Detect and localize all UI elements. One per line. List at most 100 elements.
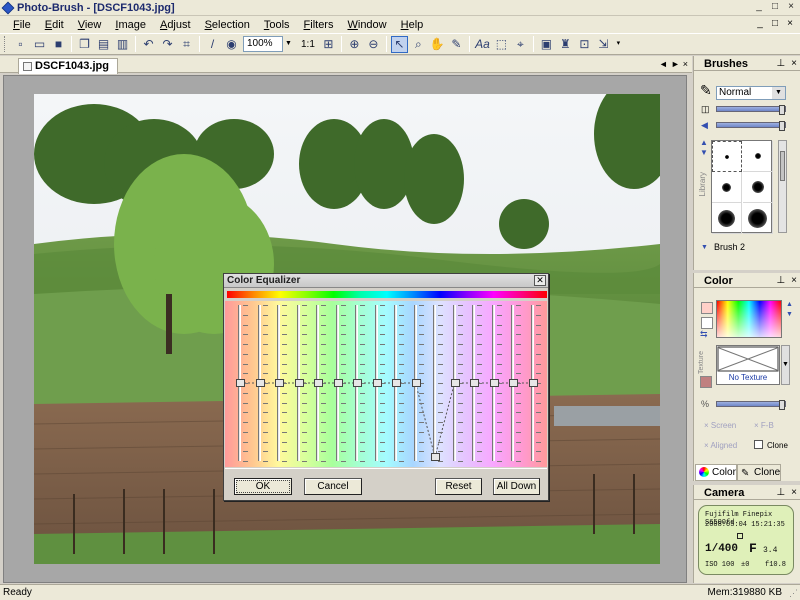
slider-thumb[interactable] [779, 105, 785, 115]
eq-slider-thumb[interactable] [314, 379, 323, 387]
texture-brush-icon[interactable] [700, 376, 712, 388]
pin-icon[interactable]: ⊥ [776, 57, 785, 71]
tab-close-icon[interactable]: × [683, 57, 688, 71]
menu-view[interactable]: View [71, 19, 109, 31]
layer-icon[interactable]: ▣ [538, 36, 555, 53]
background-swatch[interactable] [701, 317, 713, 329]
menu-filters[interactable]: Filters [297, 19, 341, 31]
texture-preview[interactable]: No Texture [716, 345, 780, 385]
maximize-button[interactable]: □ [768, 1, 782, 14]
eq-slider-thumb[interactable] [294, 379, 304, 387]
color-picker-field[interactable] [716, 300, 782, 338]
menu-edit[interactable]: Edit [38, 19, 71, 31]
print-icon[interactable]: ▥ [114, 36, 131, 53]
slider-thumb[interactable] [779, 400, 785, 410]
brush-size-slider[interactable] [716, 105, 786, 115]
fit-window-icon[interactable]: ⊞ [320, 36, 337, 53]
scroll-up-icon[interactable]: ▲ [786, 301, 793, 308]
eq-slider-thumb[interactable] [509, 379, 518, 387]
color-wheel-icon[interactable]: ◉ [223, 36, 240, 53]
menu-selection[interactable]: Selection [198, 19, 257, 31]
transform-icon[interactable]: ⊡ [576, 36, 593, 53]
minimize-button[interactable]: _ [752, 1, 766, 14]
menu-tools[interactable]: Tools [257, 19, 297, 31]
pointer-tool-icon[interactable]: ↖ [390, 35, 408, 53]
panel-close-icon[interactable]: × [791, 486, 797, 500]
aligned-option[interactable]: × Aligned [704, 441, 737, 450]
ok-button[interactable]: OK [234, 478, 292, 495]
dropdown-arrow-icon[interactable]: ▼ [772, 87, 785, 99]
eq-slider-thumb[interactable] [236, 379, 245, 387]
zoom-input[interactable]: 100% [243, 36, 283, 52]
dialog-title-bar[interactable]: Color Equalizer [224, 274, 548, 288]
brush-preset[interactable] [712, 203, 742, 234]
reset-button[interactable]: Reset [435, 478, 482, 495]
scroll-up-icon[interactable]: ▲ [700, 138, 708, 147]
dialog-close-icon[interactable]: ✕ [534, 275, 546, 286]
texture-strength-slider[interactable] [716, 400, 786, 410]
paste-icon[interactable]: ▤ [95, 36, 112, 53]
blend-mode-select[interactable]: Normal ▼ [716, 86, 786, 100]
zoom-out-icon[interactable]: ⊖ [365, 36, 382, 53]
rect-select-icon[interactable]: ⬚ [493, 36, 510, 53]
menu-help[interactable]: Help [394, 19, 431, 31]
hand-tool-icon[interactable]: ✋ [429, 36, 446, 53]
eq-slider-track[interactable] [433, 305, 436, 461]
cancel-button[interactable]: Cancel [304, 478, 362, 495]
eq-slider-thumb[interactable] [353, 379, 362, 387]
brush-opacity-slider[interactable] [716, 121, 786, 131]
eq-slider-thumb[interactable] [411, 379, 421, 387]
brush-preset[interactable] [743, 172, 773, 203]
brush-preset[interactable] [743, 203, 773, 234]
resize-grip-icon[interactable]: ⋰ [789, 588, 798, 599]
new-file-icon[interactable]: ▫ [12, 36, 29, 53]
slider-thumb[interactable] [779, 121, 785, 131]
brush-preset[interactable] [743, 141, 773, 172]
crop-tool-icon[interactable]: ⌖ [512, 36, 529, 53]
eq-slider-thumb[interactable] [528, 379, 538, 387]
texture-dropdown-icon[interactable]: ▼ [781, 345, 790, 385]
eyedropper-icon[interactable]: ✎ [448, 36, 465, 53]
pin-icon[interactable]: ⊥ [776, 274, 785, 288]
eq-slider-thumb[interactable] [255, 379, 265, 387]
save-icon[interactable]: ■ [50, 36, 67, 53]
menu-file[interactable]: File [6, 19, 38, 31]
eq-slider-thumb[interactable] [372, 379, 382, 387]
doc-close-button[interactable]: × [784, 17, 796, 30]
open-folder-icon[interactable]: ▭ [31, 36, 48, 53]
tab-color[interactable]: Color [695, 464, 737, 481]
doc-restore-button[interactable]: □ [769, 17, 781, 30]
eq-slider-thumb[interactable] [275, 379, 284, 387]
zoom-dropdown-icon[interactable]: ▼ [283, 36, 294, 52]
actual-size-button[interactable]: 1:1 [301, 39, 315, 50]
brush-library-scrollbar[interactable] [778, 140, 787, 233]
magnifier-tool-icon[interactable]: ⌕ [410, 36, 427, 53]
crop-icon[interactable]: ⌗ [178, 36, 195, 53]
panel-close-icon[interactable]: × [791, 57, 797, 71]
zoom-in-icon[interactable]: ⊕ [346, 36, 363, 53]
undo-icon[interactable]: ↶ [140, 36, 157, 53]
screen-option[interactable]: × Screen [704, 421, 736, 430]
toolbar-grip[interactable] [4, 36, 7, 52]
copy-icon[interactable]: ❐ [76, 36, 93, 53]
menu-adjust[interactable]: Adjust [153, 19, 198, 31]
stamp-icon[interactable]: ♜ [557, 36, 574, 53]
text-tool-icon[interactable]: Aa [474, 36, 491, 53]
menu-window[interactable]: Window [340, 19, 393, 31]
eq-slider-thumb[interactable] [470, 379, 479, 387]
tab-clone[interactable]: ✎ Clone [737, 464, 781, 481]
redo-icon[interactable]: ↷ [159, 36, 176, 53]
scroll-down-icon[interactable]: ▼ [700, 148, 708, 157]
menu-image[interactable]: Image [108, 19, 153, 31]
doc-minimize-button[interactable]: _ [754, 17, 766, 30]
all-down-button[interactable]: All Down [493, 478, 540, 495]
brush-preset-selected[interactable] [712, 141, 742, 172]
tab-next-icon[interactable]: ► [671, 57, 680, 71]
text-options-icon[interactable]: ⇲ [595, 36, 612, 53]
scrollbar-thumb[interactable] [780, 151, 785, 181]
scroll-down-icon[interactable]: ▼ [786, 311, 793, 318]
fb-option[interactable]: × F-B [754, 421, 774, 430]
brush-preset[interactable] [712, 172, 742, 203]
clone-checkbox[interactable] [754, 440, 763, 449]
swap-colors-icon[interactable]: ⇆ [700, 329, 708, 340]
